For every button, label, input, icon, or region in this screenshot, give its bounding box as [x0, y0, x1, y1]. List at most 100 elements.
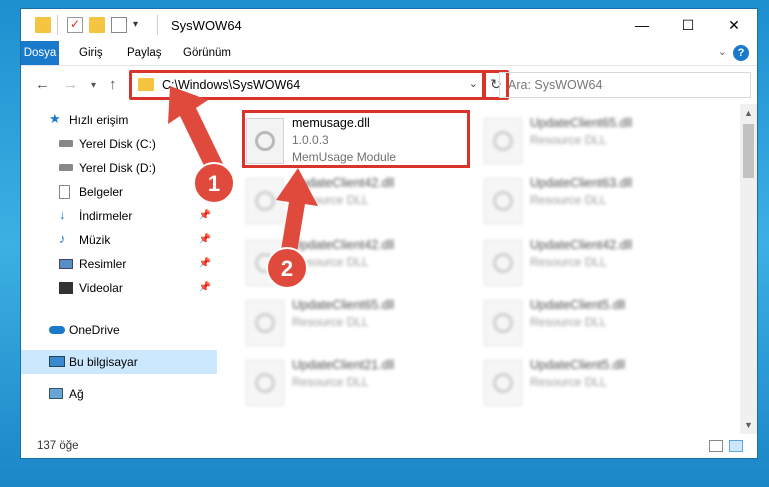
dll-file-icon: [484, 300, 522, 346]
scrollbar-thumb[interactable]: [743, 124, 754, 178]
folder-icon: [35, 17, 51, 33]
file-explorer-window: ✓ ▾ SysWOW64 — ☐ ✕ Dosya Giriş Paylaş Gö…: [20, 8, 758, 459]
view-options-icon[interactable]: [111, 17, 127, 33]
sidebar-item-quick-access[interactable]: ★ Hızlı erişim: [21, 108, 217, 132]
sidebar-item-network[interactable]: Ağ: [21, 382, 217, 406]
file-name: UpdateClient42.dll: [292, 176, 395, 190]
window-title: SysWOW64: [171, 18, 242, 33]
sidebar-item-label: OneDrive: [69, 323, 120, 337]
vertical-scrollbar[interactable]: ▲ ▼: [740, 104, 757, 434]
sidebar-item-onedrive[interactable]: OneDrive: [21, 318, 217, 342]
recent-locations-chevron-icon[interactable]: ▾: [91, 80, 96, 91]
star-icon: ★: [49, 111, 61, 126]
sidebar-item-music[interactable]: ♪ Müzik 📌: [21, 228, 217, 252]
file-item[interactable]: UpdateClient5.dll Resource DLL: [484, 296, 714, 352]
item-count: 137 öğe: [37, 440, 79, 452]
expand-ribbon-chevron-icon[interactable]: ⌄: [718, 45, 727, 58]
search-box[interactable]: Ara: SysWOW64: [499, 72, 751, 98]
sidebar-item-documents[interactable]: Belgeler: [21, 180, 217, 204]
file-name: UpdateClient65.dll: [292, 298, 395, 312]
sidebar-item-local-disk-d[interactable]: Yerel Disk (D:): [21, 156, 217, 180]
drive-icon: [59, 140, 73, 147]
large-icons-view-icon[interactable]: [729, 440, 743, 452]
customize-toolbar-chevron-icon[interactable]: ▾: [133, 17, 149, 33]
sidebar-item-label: Hızlı erişim: [69, 113, 129, 127]
sidebar-item-label: Videolar: [79, 281, 123, 295]
details-view-icon[interactable]: [709, 440, 723, 452]
tab-view[interactable]: Görünüm: [173, 41, 241, 65]
file-item[interactable]: UpdateClient63.dll Resource DLL: [484, 174, 714, 230]
file-description: Resource DLL: [530, 315, 607, 329]
divider: [57, 15, 58, 35]
gear-icon: [493, 373, 513, 393]
up-arrow-icon[interactable]: ↑: [109, 76, 117, 93]
file-item[interactable]: UpdateClient42.dll Resource DLL: [246, 174, 476, 230]
file-description: Resource DLL: [530, 133, 607, 147]
file-item[interactable]: UpdateClient42.dll Resource DLL: [246, 236, 476, 292]
ribbon-tabs: Dosya Giriş Paylaş Görünüm ⌄ ?: [21, 41, 757, 66]
dll-file-icon: [484, 118, 522, 164]
file-name: UpdateClient42.dll: [292, 238, 395, 252]
sidebar-item-videos[interactable]: Videolar 📌: [21, 276, 217, 300]
file-description: Resource DLL: [530, 375, 607, 389]
new-folder-icon[interactable]: [89, 17, 105, 33]
tab-home[interactable]: Giriş: [69, 41, 113, 65]
sidebar-item-label: Müzik: [79, 233, 111, 247]
gear-icon: [255, 253, 275, 273]
navigation-bar: ← → ▾ ↑ C:\Windows\SysWOW64 ⌄ ↻ Ara: Sys…: [21, 66, 757, 104]
gear-icon: [493, 131, 513, 151]
help-icon[interactable]: ?: [733, 45, 749, 61]
file-description: Resource DLL: [530, 193, 607, 207]
file-name: UpdateClient42.dll: [530, 238, 633, 252]
sidebar-item-label: İndirmeler: [79, 209, 133, 223]
navigation-pane: ★ Hızlı erişim Yerel Disk (C:) 📌 Yerel D…: [21, 104, 217, 434]
file-item[interactable]: UpdateClient65.dll Resource DLL: [484, 114, 714, 170]
minimize-button[interactable]: —: [619, 9, 665, 41]
file-name: UpdateClient63.dll: [530, 176, 633, 190]
pin-icon: 📌: [198, 258, 211, 269]
file-description: Resource DLL: [292, 255, 369, 269]
file-item[interactable]: UpdateClient21.dll Resource DLL: [246, 356, 476, 412]
dll-file-icon: [246, 178, 284, 224]
dll-file-icon: [246, 240, 284, 286]
dll-file-icon: [484, 240, 522, 286]
maximize-button[interactable]: ☐: [665, 9, 711, 41]
sidebar-item-this-pc[interactable]: Bu bilgisayar: [21, 350, 217, 374]
search-placeholder: Ara: SysWOW64: [508, 78, 603, 92]
sidebar-item-downloads[interactable]: ↓ İndirmeler 📌: [21, 204, 217, 228]
file-name: UpdateClient65.dll: [530, 116, 633, 130]
file-item[interactable]: UpdateClient42.dll Resource DLL: [484, 236, 714, 292]
pin-icon: 📌: [198, 282, 211, 293]
sidebar-item-label: Ağ: [69, 387, 84, 401]
forward-arrow-icon[interactable]: →: [63, 76, 78, 93]
dll-file-icon: [484, 178, 522, 224]
scroll-down-icon[interactable]: ▼: [744, 420, 753, 430]
properties-icon[interactable]: ✓: [67, 17, 83, 33]
scroll-up-icon[interactable]: ▲: [744, 108, 753, 118]
file-list: memusage.dll 1.0.0.3 MemUsage Module Upd…: [226, 104, 736, 434]
file-description: Resource DLL: [292, 375, 369, 389]
address-highlight-box: [129, 70, 485, 100]
computer-icon: [49, 356, 65, 367]
tab-file[interactable]: Dosya: [21, 41, 59, 65]
close-button[interactable]: ✕: [711, 9, 757, 41]
sidebar-item-label: Yerel Disk (C:): [79, 137, 156, 151]
file-description: Resource DLL: [292, 193, 369, 207]
file-item[interactable]: UpdateClient5.dll Resource DLL: [484, 356, 714, 412]
pin-icon: 📌: [198, 138, 211, 149]
sidebar-item-pictures[interactable]: Resimler 📌: [21, 252, 217, 276]
tab-share[interactable]: Paylaş: [117, 41, 172, 65]
videos-icon: [59, 282, 73, 294]
dll-file-icon: [484, 360, 522, 406]
back-arrow-icon[interactable]: ←: [35, 76, 50, 93]
sidebar-item-label: Bu bilgisayar: [69, 355, 138, 369]
dll-file-icon: [246, 300, 284, 346]
gear-icon: [493, 313, 513, 333]
music-icon: ♪: [59, 231, 66, 246]
pictures-icon: [59, 259, 73, 269]
sidebar-item-local-disk-c[interactable]: Yerel Disk (C:) 📌: [21, 132, 217, 156]
pin-icon: 📌: [198, 210, 211, 221]
file-item[interactable]: UpdateClient65.dll Resource DLL: [246, 296, 476, 352]
drive-icon: [59, 164, 73, 171]
file-name: UpdateClient21.dll: [292, 358, 395, 372]
